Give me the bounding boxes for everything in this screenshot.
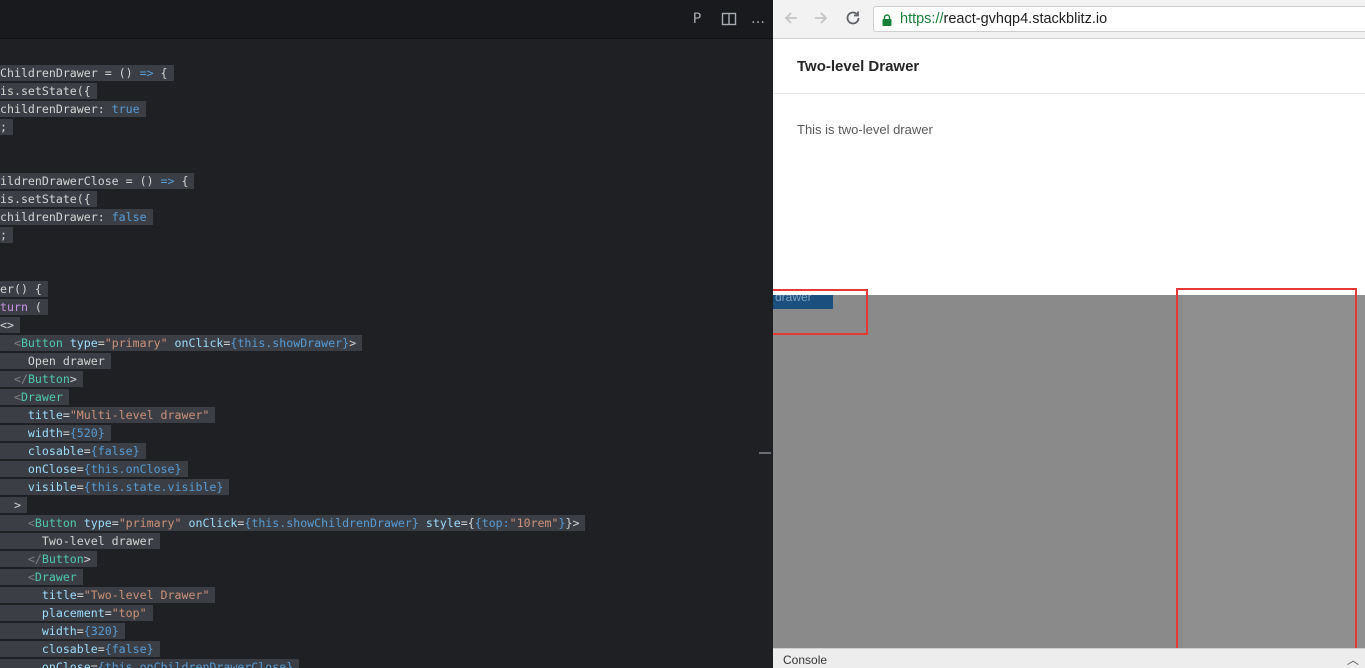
code-line[interactable]: <> bbox=[0, 316, 20, 334]
code-line-text: er() { bbox=[0, 281, 48, 297]
code-editor[interactable]: P … ChildrenDrawer = () => { is.setState(… bbox=[0, 0, 773, 668]
code-line-text: Two-level drawer bbox=[0, 533, 160, 549]
code-line[interactable]: width={520} bbox=[0, 424, 111, 442]
code-line-text: turn ( bbox=[0, 299, 48, 315]
url-host: react-gvhqp4.stackblitz.io bbox=[943, 11, 1108, 27]
code-line-text: </Button> bbox=[0, 551, 97, 567]
code-line-text: <Drawer bbox=[0, 389, 69, 405]
highlight-box-button bbox=[773, 289, 868, 335]
chevron-up-icon[interactable]: ︿ bbox=[1347, 651, 1359, 668]
code-line[interactable]: title="Multi-level drawer" bbox=[0, 406, 216, 424]
split-view-icon[interactable] bbox=[720, 10, 738, 28]
code-line[interactable]: > bbox=[0, 496, 27, 514]
code-line-text: <Drawer bbox=[0, 569, 83, 585]
more-options-icon[interactable]: … bbox=[749, 10, 767, 28]
code-line-text: onClose={this.onChildrenDrawerClose} bbox=[0, 659, 300, 668]
code-line-text: Open drawer bbox=[0, 353, 111, 369]
preview-browser: https://react-gvhqp4.stackblitz.io drawe… bbox=[773, 0, 1365, 668]
code-line[interactable]: <Drawer bbox=[0, 568, 83, 586]
forward-icon[interactable] bbox=[811, 9, 831, 29]
code-line-text: <Button type="primary" onClick={this.sho… bbox=[0, 335, 363, 351]
code-line-text: is.setState({ bbox=[0, 191, 97, 207]
code-line[interactable]: ChildrenDrawer = () => { bbox=[0, 64, 174, 82]
code-line[interactable]: is.setState({ bbox=[0, 190, 97, 208]
code-line[interactable]: title="Two-level Drawer" bbox=[0, 586, 216, 604]
code-line-text: width={320} bbox=[0, 623, 125, 639]
code-line[interactable]: closable={false} bbox=[0, 442, 146, 460]
code-line-text: childrenDrawer: false bbox=[0, 209, 153, 225]
code-line-text: title="Multi-level drawer" bbox=[0, 407, 216, 423]
code-line[interactable]: ildrenDrawerClose = () => { bbox=[0, 172, 195, 190]
code-line[interactable]: ; bbox=[0, 226, 13, 244]
back-icon[interactable] bbox=[781, 9, 801, 29]
code-line[interactable]: onClose={this.onChildrenDrawerClose} bbox=[0, 658, 300, 668]
highlight-box-drawer bbox=[1176, 288, 1357, 652]
code-line-text: title="Two-level Drawer" bbox=[0, 587, 216, 603]
code-line-text: closable={false} bbox=[0, 641, 160, 657]
code-line-text: ; bbox=[0, 227, 13, 243]
code-line[interactable]: is.setState({ bbox=[0, 82, 97, 100]
code-line-text: ; bbox=[0, 119, 13, 135]
code-line-text: > bbox=[0, 497, 27, 513]
code-line[interactable]: ; bbox=[0, 118, 13, 136]
code-line[interactable]: turn ( bbox=[0, 298, 48, 316]
code-line[interactable]: <Drawer bbox=[0, 388, 69, 406]
code-line[interactable]: width={320} bbox=[0, 622, 125, 640]
code-line[interactable]: er() { bbox=[0, 280, 48, 298]
code-line[interactable]: closable={false} bbox=[0, 640, 160, 658]
browser-toolbar: https://react-gvhqp4.stackblitz.io bbox=[773, 0, 1365, 39]
lock-icon bbox=[882, 13, 892, 26]
code-line-text: width={520} bbox=[0, 425, 111, 441]
code-line-text: childrenDrawer: true bbox=[0, 101, 146, 117]
console-panel[interactable]: Console ︿ bbox=[773, 648, 1365, 668]
code-line-text: closable={false} bbox=[0, 443, 146, 459]
drawer-title: Two-level Drawer bbox=[797, 58, 920, 75]
code-line-text: <Button type="primary" onClick={this.sho… bbox=[0, 515, 586, 531]
code-line[interactable]: onClose={this.onClose} bbox=[0, 460, 188, 478]
code-line-text: ChildrenDrawer = () => { bbox=[0, 65, 174, 81]
drawer-divider bbox=[773, 93, 1365, 94]
code-line-text: ildrenDrawerClose = () => { bbox=[0, 173, 195, 189]
preview-icon[interactable]: P bbox=[688, 10, 706, 28]
code-line[interactable]: childrenDrawer: true bbox=[0, 100, 146, 118]
code-line-text: visible={this.state.visible} bbox=[0, 479, 230, 495]
two-level-drawer: Two-level Drawer This is two-level drawe… bbox=[773, 39, 1365, 295]
address-bar[interactable]: https://react-gvhqp4.stackblitz.io bbox=[873, 6, 1365, 32]
code-line[interactable]: </Button> bbox=[0, 550, 97, 568]
editor-toolbar: P … bbox=[0, 0, 773, 39]
code-line[interactable]: </Button> bbox=[0, 370, 83, 388]
reload-icon[interactable] bbox=[843, 9, 863, 29]
code-line-text: is.setState({ bbox=[0, 83, 97, 99]
code-line[interactable]: visible={this.state.visible} bbox=[0, 478, 230, 496]
code-line[interactable]: <Button type="primary" onClick={this.sho… bbox=[0, 514, 586, 532]
code-line-text: placement="top" bbox=[0, 605, 153, 621]
code-line-text: </Button> bbox=[0, 371, 83, 387]
code-line[interactable]: placement="top" bbox=[0, 604, 153, 622]
code-line[interactable]: childrenDrawer: false bbox=[0, 208, 153, 226]
code-line-text: <> bbox=[0, 317, 20, 333]
url-text: https://react-gvhqp4.stackblitz.io bbox=[900, 11, 1107, 28]
code-line-text: onClose={this.onClose} bbox=[0, 461, 188, 477]
editor-scrollbar[interactable] bbox=[759, 452, 771, 454]
code-line[interactable]: Open drawer bbox=[0, 352, 111, 370]
drawer-body-text: This is two-level drawer bbox=[797, 122, 933, 137]
console-label: Console bbox=[783, 653, 828, 667]
code-line[interactable]: <Button type="primary" onClick={this.sho… bbox=[0, 334, 363, 352]
url-scheme: https:// bbox=[900, 11, 944, 27]
code-line[interactable]: Two-level drawer bbox=[0, 532, 160, 550]
